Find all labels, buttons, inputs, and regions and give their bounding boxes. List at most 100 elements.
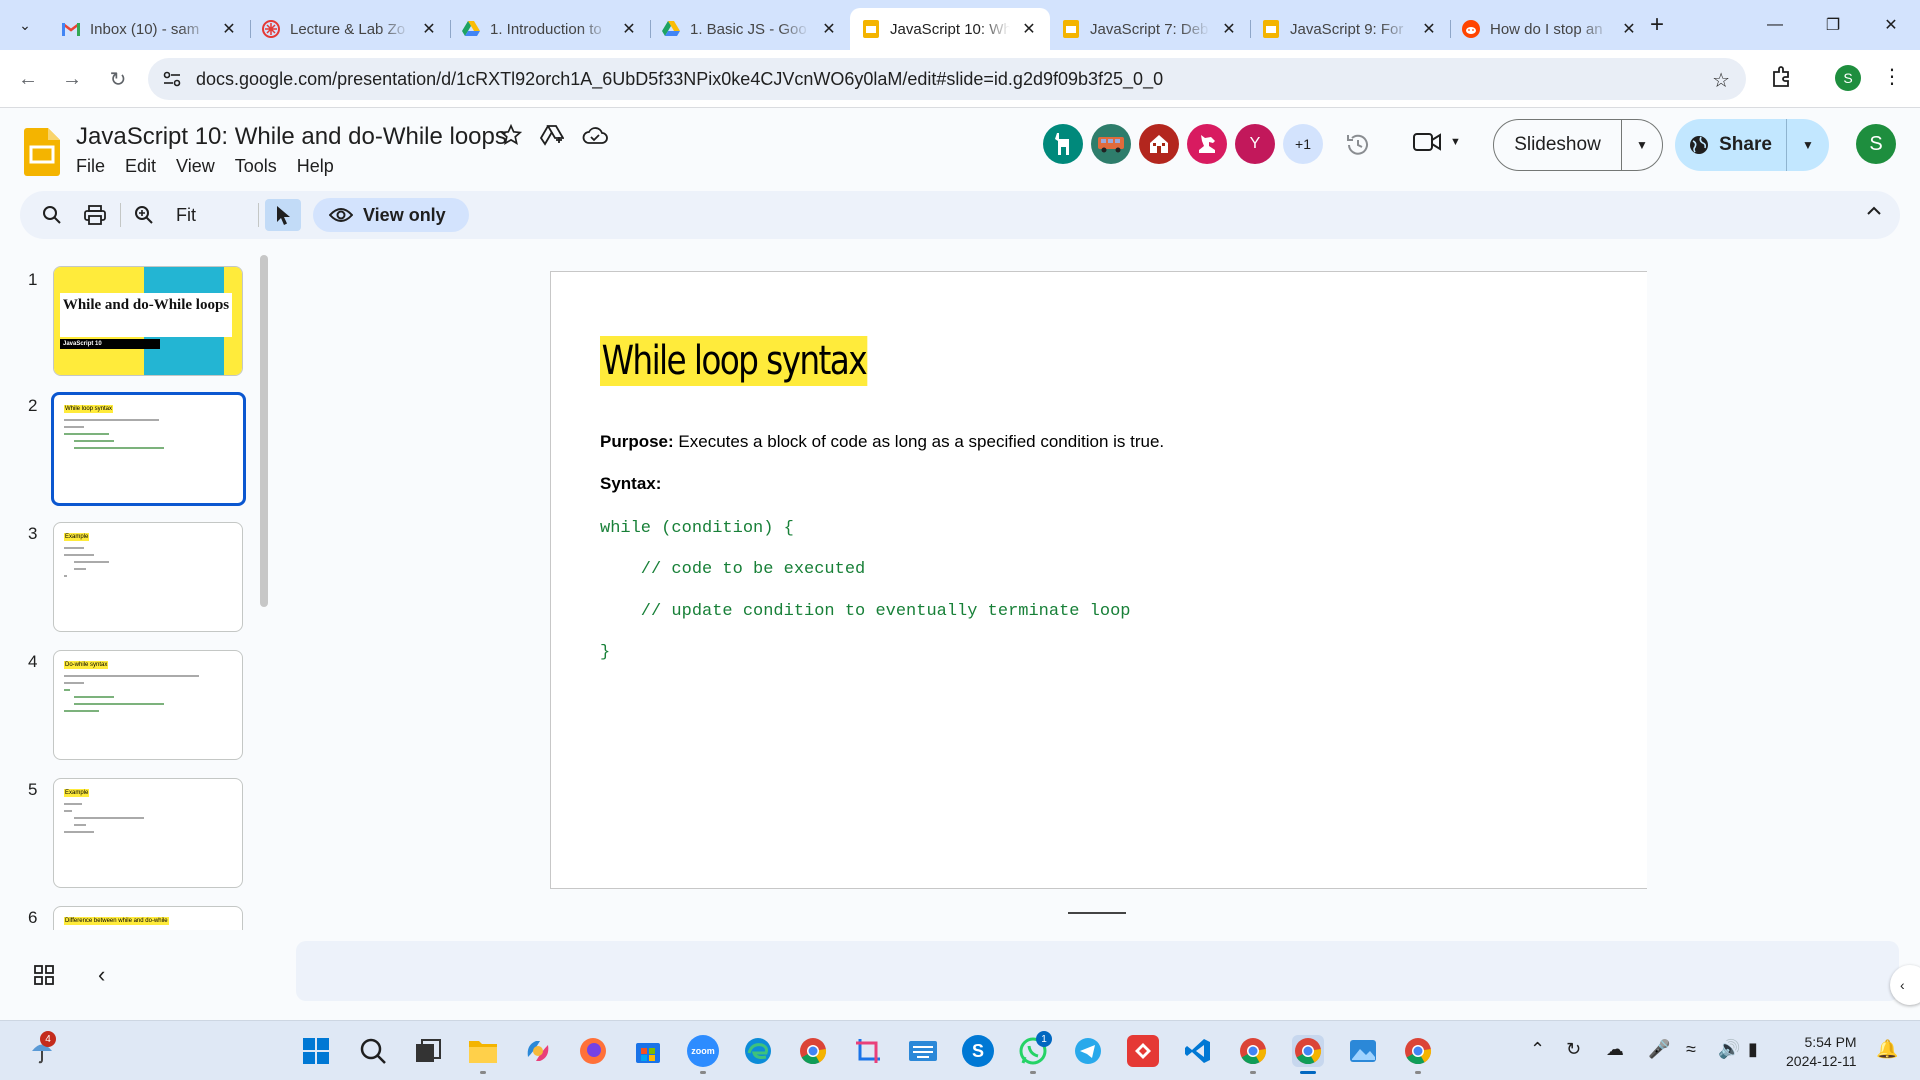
browser-tab[interactable]: Inbox (10) - sam ✕ bbox=[50, 8, 250, 50]
notification-bell-icon[interactable]: 🔔 bbox=[1876, 1039, 1898, 1060]
slideshow-label[interactable]: Slideshow bbox=[1494, 120, 1622, 170]
sync-icon[interactable]: ↻ bbox=[1566, 1039, 1581, 1060]
extensions-icon[interactable] bbox=[1770, 66, 1792, 93]
slide-canvas[interactable]: While loop syntax Purpose: Executes a bl… bbox=[550, 271, 1647, 889]
collaborator-avatar[interactable] bbox=[1043, 124, 1083, 164]
task-view-icon[interactable] bbox=[412, 1035, 444, 1067]
browser-tab[interactable]: 1. Introduction to ✕ bbox=[450, 8, 650, 50]
skype-icon[interactable]: S bbox=[962, 1035, 994, 1067]
windows-start-icon[interactable] bbox=[300, 1035, 332, 1067]
slideshow-options-icon[interactable]: ▼ bbox=[1622, 138, 1662, 152]
search-icon[interactable] bbox=[357, 1035, 389, 1067]
meet-button[interactable]: ▼ bbox=[1412, 131, 1461, 153]
version-history-icon[interactable] bbox=[1344, 131, 1372, 164]
browser-tab[interactable]: 1. Basic JS - Goo ✕ bbox=[650, 8, 850, 50]
restore-button[interactable]: ❐ bbox=[1804, 0, 1862, 50]
slide-thumbnail[interactable]: Difference between while and do-while bbox=[53, 906, 243, 930]
close-window-button[interactable]: ✕ bbox=[1862, 0, 1920, 50]
address-bar[interactable]: docs.google.com/presentation/d/1cRXTl92o… bbox=[148, 58, 1746, 100]
menu-view[interactable]: View bbox=[176, 156, 215, 177]
close-icon[interactable]: ✕ bbox=[1020, 19, 1038, 39]
chrome-profile-icon[interactable] bbox=[1402, 1035, 1434, 1067]
close-icon[interactable]: ✕ bbox=[420, 19, 438, 39]
slide-thumbnail[interactable]: While and do-While loops JavaScript 10 bbox=[53, 266, 243, 376]
system-clock[interactable]: 5:54 PM 2024-12-11 bbox=[1786, 1033, 1857, 1071]
slideshow-button[interactable]: Slideshow ▼ bbox=[1493, 119, 1663, 171]
volume-icon[interactable]: 🔊 bbox=[1718, 1039, 1740, 1060]
firefox-icon[interactable] bbox=[577, 1035, 609, 1067]
more-collaborators[interactable]: +1 bbox=[1283, 124, 1323, 164]
grid-view-icon[interactable] bbox=[34, 965, 54, 990]
close-icon[interactable]: ✕ bbox=[1420, 19, 1438, 39]
chrome-icon[interactable] bbox=[797, 1035, 829, 1067]
slide-thumbnail[interactable]: Example bbox=[53, 778, 243, 888]
notes-resize-handle[interactable] bbox=[1068, 912, 1126, 914]
file-explorer-icon[interactable] bbox=[467, 1035, 499, 1067]
browser-profile-avatar[interactable]: S bbox=[1835, 65, 1861, 91]
browser-tab[interactable]: JavaScript 9: For ✕ bbox=[1250, 8, 1450, 50]
collaborator-avatar[interactable] bbox=[1187, 124, 1227, 164]
onedrive-cloud-icon[interactable]: ☁ bbox=[1606, 1039, 1624, 1060]
minimize-button[interactable]: — bbox=[1746, 0, 1804, 50]
zoom-icon[interactable] bbox=[134, 203, 154, 227]
zoom-select[interactable]: Fit ▼ bbox=[170, 199, 280, 231]
chrome-profile-icon[interactable] bbox=[1237, 1035, 1269, 1067]
cloud-saved-icon[interactable] bbox=[582, 125, 608, 150]
browser-tab[interactable]: How do I stop an ✕ bbox=[1450, 8, 1650, 50]
filmstrip-scrollbar[interactable] bbox=[260, 255, 268, 607]
select-tool-button[interactable] bbox=[265, 199, 301, 231]
collaborator-avatar[interactable]: Y bbox=[1235, 124, 1275, 164]
copilot-icon[interactable] bbox=[522, 1035, 554, 1067]
reload-button[interactable]: ↻ bbox=[104, 65, 132, 93]
share-main[interactable]: Share bbox=[1675, 119, 1787, 171]
menu-help[interactable]: Help bbox=[297, 156, 334, 177]
search-icon[interactable] bbox=[42, 203, 62, 227]
chrome-profile-icon-active[interactable] bbox=[1292, 1035, 1324, 1067]
close-icon[interactable]: ✕ bbox=[620, 19, 638, 39]
collaborator-avatar[interactable] bbox=[1091, 124, 1131, 164]
zoom-app-icon[interactable]: zoom bbox=[687, 1035, 719, 1067]
more-vert-icon[interactable]: ⋮ bbox=[1882, 64, 1902, 89]
browser-tab[interactable]: Lecture & Lab Zo ✕ bbox=[250, 8, 450, 50]
share-options-icon[interactable]: ▼ bbox=[1787, 138, 1829, 152]
close-icon[interactable]: ✕ bbox=[220, 19, 238, 39]
anydesk-icon[interactable] bbox=[1127, 1035, 1159, 1067]
star-icon[interactable] bbox=[499, 123, 523, 151]
menu-file[interactable]: File bbox=[76, 156, 105, 177]
microsoft-store-icon[interactable] bbox=[632, 1035, 664, 1067]
slide-thumbnail[interactable]: Do-while syntax bbox=[53, 650, 243, 760]
close-icon[interactable]: ✕ bbox=[1220, 19, 1238, 39]
forward-button[interactable]: → bbox=[58, 65, 86, 93]
share-button[interactable]: Share ▼ bbox=[1675, 119, 1829, 171]
google-slides-logo[interactable] bbox=[24, 128, 60, 176]
vscode-icon[interactable] bbox=[1182, 1035, 1214, 1067]
hide-filmstrip-icon[interactable]: ‹ bbox=[98, 962, 105, 988]
microphone-icon[interactable]: 🎤 bbox=[1648, 1039, 1670, 1060]
battery-icon[interactable]: ▮ bbox=[1748, 1039, 1758, 1060]
edge-icon[interactable] bbox=[742, 1035, 774, 1067]
view-only-chip[interactable]: View only bbox=[313, 198, 469, 232]
menu-edit[interactable]: Edit bbox=[125, 156, 156, 177]
back-button[interactable]: ← bbox=[14, 65, 42, 93]
menu-tools[interactable]: Tools bbox=[235, 156, 277, 177]
document-title[interactable]: JavaScript 10: While and do-While loops bbox=[76, 123, 507, 151]
speaker-notes-area[interactable] bbox=[296, 941, 1899, 1001]
slide-thumbnail-selected[interactable]: While loop syntax bbox=[51, 392, 246, 506]
photos-icon[interactable] bbox=[1347, 1035, 1379, 1067]
browser-tab[interactable]: JavaScript 7: Deb ✕ bbox=[1050, 8, 1250, 50]
close-icon[interactable]: ✕ bbox=[1620, 19, 1638, 39]
slide-thumbnail[interactable]: Example bbox=[53, 522, 243, 632]
wifi-icon[interactable]: ≈ bbox=[1686, 1039, 1696, 1060]
site-settings-icon[interactable] bbox=[162, 69, 182, 89]
print-icon[interactable] bbox=[84, 203, 106, 227]
tab-search-button[interactable]: ⌄ bbox=[10, 10, 40, 40]
collapse-menus-icon[interactable] bbox=[1866, 203, 1882, 221]
move-to-drive-icon[interactable] bbox=[539, 124, 565, 151]
account-avatar[interactable]: S bbox=[1856, 124, 1896, 164]
browser-tab-active[interactable]: JavaScript 10: Wh ✕ bbox=[850, 8, 1050, 50]
chevron-up-icon[interactable]: ⌃ bbox=[1530, 1039, 1545, 1060]
snipping-tool-icon[interactable] bbox=[852, 1035, 884, 1067]
touch-keyboard-icon[interactable] bbox=[907, 1035, 939, 1067]
telegram-icon[interactable] bbox=[1072, 1035, 1104, 1067]
collaborator-avatar[interactable] bbox=[1139, 124, 1179, 164]
